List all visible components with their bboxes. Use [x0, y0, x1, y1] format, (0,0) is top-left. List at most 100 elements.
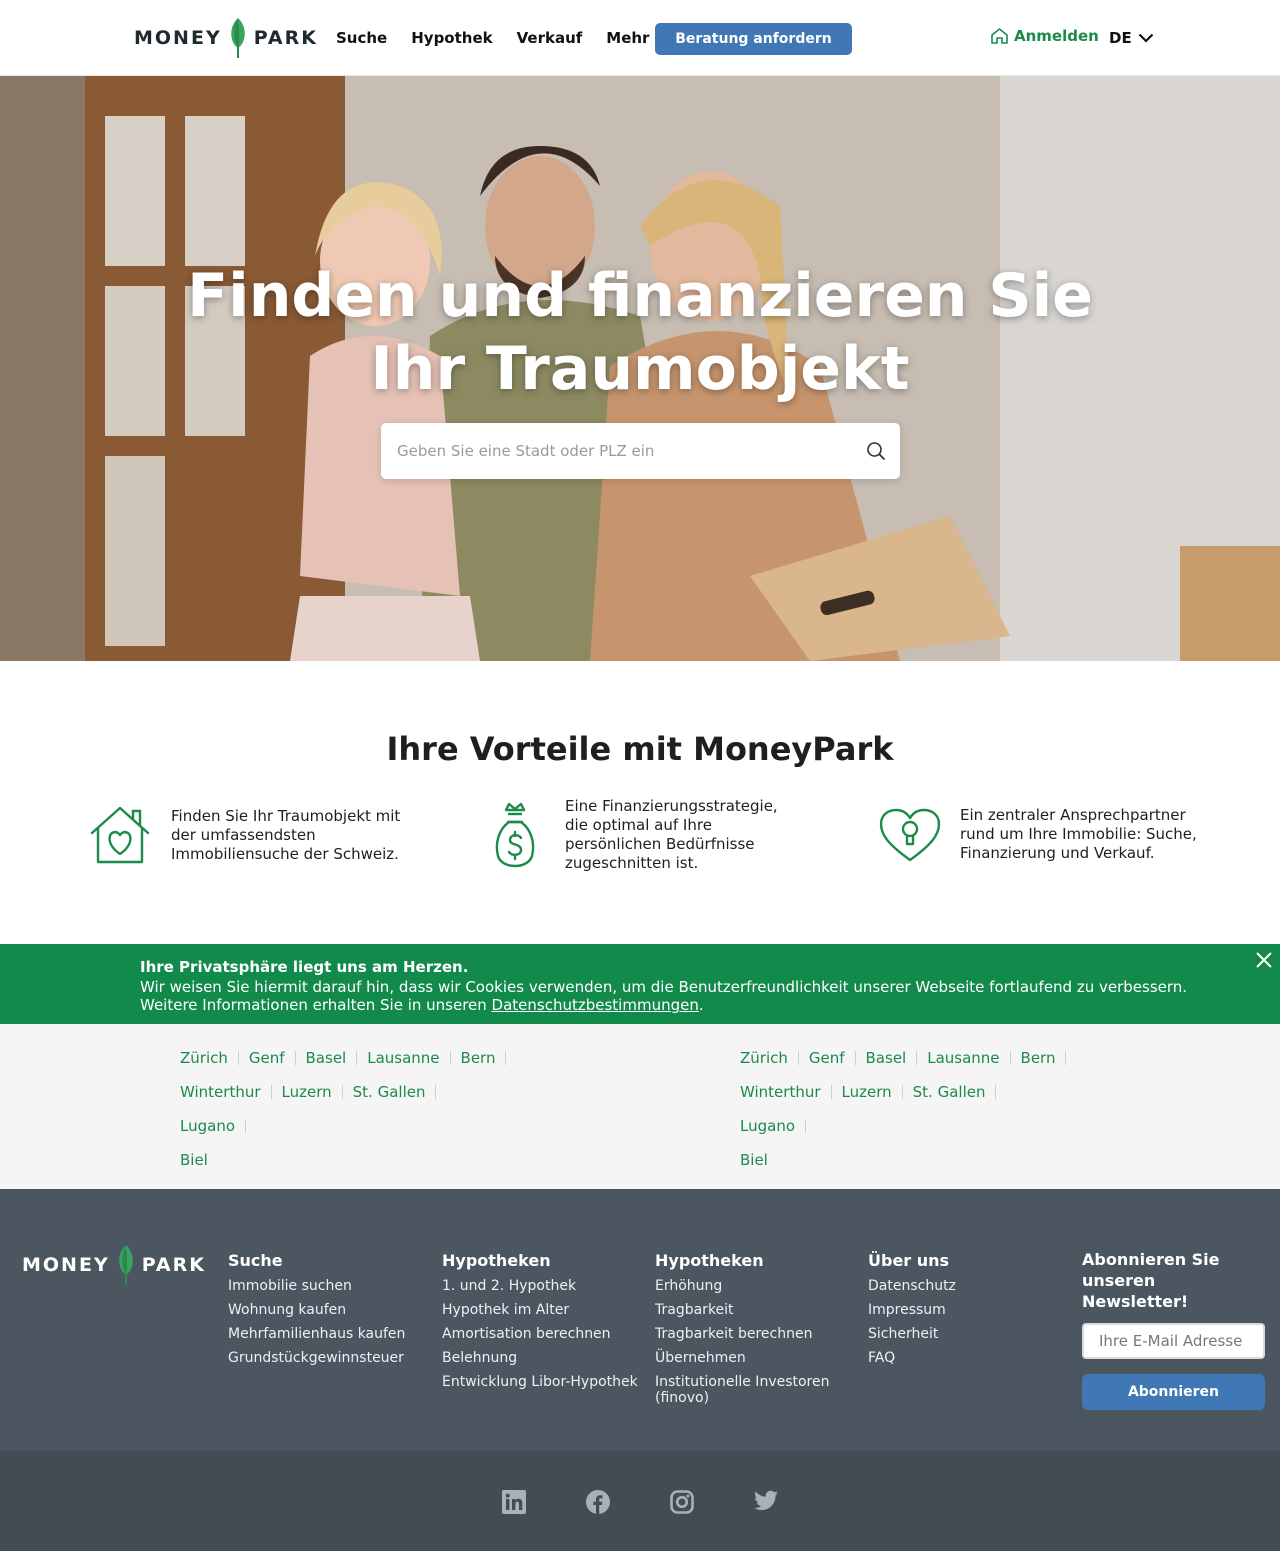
footer-col-hypotheken-1: Hypotheken 1. und 2. Hypothek Hypothek i… [442, 1251, 642, 1398]
footer-logo[interactable]: MONEY PARK [22, 1243, 206, 1287]
hero-title-line-1: Finden und finanzieren Sie [187, 261, 1093, 331]
city-separator [356, 1051, 358, 1065]
footer-col-hypotheken-2: Hypotheken Erhöhung Tragbarkeit Tragbark… [655, 1251, 835, 1414]
footer-link[interactable]: 1. und 2. Hypothek [442, 1278, 642, 1294]
benefit-strategy-text: Eine Finanzierungsstrategie, die optimal… [565, 797, 778, 872]
close-icon[interactable] [1256, 952, 1272, 968]
benefits-title: Ihre Vorteile mit MoneyPark [386, 730, 894, 768]
city-separator [270, 1085, 272, 1099]
login-link[interactable]: Anmelden [990, 27, 1099, 45]
city-separator [916, 1051, 918, 1065]
instagram-icon[interactable] [670, 1490, 694, 1514]
city-separator [805, 1119, 806, 1133]
cookie-line-2-suffix: . [698, 996, 704, 1014]
city-separator [901, 1085, 903, 1099]
footer-link[interactable]: Immobilie suchen [228, 1278, 428, 1294]
city-link[interactable]: Lausanne [367, 1041, 460, 1075]
footer-link[interactable]: Institutionelle Investoren (finovo) [655, 1374, 835, 1406]
house-heart-icon [90, 806, 150, 864]
home-icon [991, 28, 1008, 44]
request-advice-button[interactable]: Beratung anfordern [655, 23, 852, 55]
login-label: Anmelden [1014, 27, 1099, 45]
location-search-input[interactable] [397, 442, 837, 460]
footer-link[interactable]: Sicherheit [868, 1326, 1048, 1342]
city-link-label: Winterthur [180, 1083, 261, 1101]
city-link[interactable]: Bern [1021, 1041, 1077, 1075]
city-links-right: Zürich Genf Basel Lausanne Bern Winterthur Luz… [740, 1041, 1080, 1177]
twitter-icon[interactable] [754, 1490, 778, 1512]
facebook-icon[interactable] [586, 1490, 610, 1514]
city-link[interactable]: Winterthur [740, 1075, 842, 1109]
main-nav: Suche Hypothek Verkauf Mehr [336, 0, 649, 76]
city-link[interactable]: Luzern [842, 1075, 913, 1109]
city-link-label: Luzern [841, 1083, 892, 1101]
footer-link[interactable]: Impressum [868, 1302, 1048, 1318]
chevron-down-icon [1138, 33, 1153, 43]
city-link[interactable]: Zürich [740, 1041, 809, 1075]
city-link-label: Winterthur [740, 1083, 821, 1101]
city-link[interactable]: Winterthur [180, 1075, 282, 1109]
leaf-icon [230, 18, 245, 58]
footer-link[interactable]: Tragbarkeit berechnen [655, 1326, 835, 1342]
city-link[interactable]: St. Gallen [353, 1075, 447, 1109]
nav-item-hypothek[interactable]: Hypothek [411, 29, 492, 47]
nav-item-suche[interactable]: Suche [336, 29, 387, 47]
footer-link[interactable]: Erhöhung [655, 1278, 835, 1294]
social-links-bar [0, 1451, 1280, 1551]
city-separator [1065, 1051, 1067, 1065]
nav-item-mehr[interactable]: Mehr [606, 29, 649, 47]
city-link[interactable]: Genf [249, 1041, 306, 1075]
footer-link[interactable]: Grundstückgewinnsteuer [228, 1350, 428, 1366]
footer-link[interactable]: Datenschutz [868, 1278, 1048, 1294]
city-link[interactable]: Basel [866, 1041, 928, 1075]
city-link[interactable]: Lausanne [927, 1041, 1020, 1075]
benefit-search: Finden Sie Ihr Traumobjekt mit der umfas… [89, 805, 411, 865]
city-link-label: Basel [865, 1049, 907, 1067]
cookie-title: Ihre Privatsphäre liegt uns am Herzen. [140, 958, 469, 976]
city-link[interactable]: Biel [740, 1143, 768, 1177]
city-link[interactable]: Basel [306, 1041, 368, 1075]
city-separator [294, 1051, 296, 1065]
benefit-search-text: Finden Sie Ihr Traumobjekt mit der umfas… [171, 806, 401, 863]
city-link-label: Genf [248, 1049, 285, 1067]
newsletter-subscribe-button[interactable]: Abonnieren [1082, 1374, 1265, 1410]
cookie-line-1: Wir weisen Sie hiermit darauf hin, dass … [140, 978, 1188, 996]
city-link-label: Biel [740, 1151, 768, 1169]
nav-item-verkauf[interactable]: Verkauf [517, 29, 583, 47]
footer-link[interactable]: Belehnung [442, 1350, 642, 1366]
city-link[interactable]: Luzern [282, 1075, 353, 1109]
footer-col-heading: Hypotheken [442, 1251, 551, 1270]
city-separator [237, 1051, 239, 1065]
city-link[interactable]: Lugano [740, 1109, 816, 1143]
newsletter-email-input[interactable] [1082, 1323, 1265, 1359]
footer-logo-word-money: MONEY [22, 1254, 110, 1276]
privacy-policy-link[interactable]: Datenschutzbestimmungen [492, 996, 699, 1014]
footer-link[interactable]: Amortisation berechnen [442, 1326, 642, 1342]
city-link[interactable]: Lugano [180, 1109, 256, 1143]
city-link[interactable]: Bern [461, 1041, 517, 1075]
city-link-label: Zürich [740, 1049, 788, 1067]
city-link-label: St. Gallen [352, 1083, 426, 1101]
city-separator [341, 1085, 343, 1099]
footer-link[interactable]: Wohnung kaufen [228, 1302, 428, 1318]
city-link[interactable]: St. Gallen [913, 1075, 1007, 1109]
footer-link[interactable]: Hypothek im Alter [442, 1302, 642, 1318]
moneypark-logo[interactable]: MONEY PARK [134, 16, 318, 60]
language-selector[interactable]: DE [1109, 29, 1154, 47]
city-link[interactable]: Biel [180, 1143, 208, 1177]
city-link-label: Lugano [740, 1117, 795, 1135]
city-separator [505, 1051, 507, 1065]
linkedin-icon[interactable] [502, 1490, 526, 1514]
footer-link[interactable]: Entwicklung Libor-Hypothek [442, 1374, 642, 1390]
city-link[interactable]: Genf [809, 1041, 866, 1075]
hero-section: Finden und finanzieren Sie Ihr Traumobje… [0, 76, 1280, 661]
footer-link[interactable]: Tragbarkeit [655, 1302, 835, 1318]
city-link-label: Bern [1020, 1049, 1056, 1067]
search-icon[interactable] [866, 441, 886, 461]
footer-link[interactable]: FAQ [868, 1350, 1048, 1366]
newsletter-heading: Abonnieren Sie unseren Newsletter! [1082, 1250, 1220, 1311]
city-link[interactable]: Zürich [180, 1041, 249, 1075]
language-label: DE [1109, 29, 1132, 47]
footer-link[interactable]: Mehrfamilienhaus kaufen [228, 1326, 428, 1342]
footer-link[interactable]: Übernehmen [655, 1350, 835, 1366]
